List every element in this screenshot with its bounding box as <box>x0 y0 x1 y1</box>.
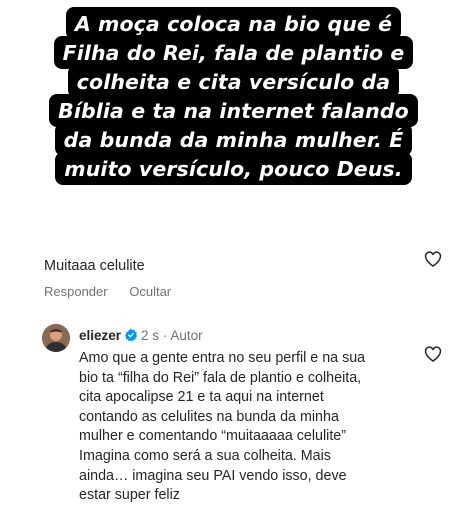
reply-meta: eliezer 2 s · Autor <box>79 328 203 343</box>
reply-comment: eliezer 2 s · Autor Amo que a gente entr… <box>0 318 467 503</box>
comment: Muitaaa celulite Responder Ocultar <box>0 244 467 304</box>
comment-actions: Responder Ocultar <box>44 284 189 299</box>
reply-text: Amo que a gente entra no seu perfil e na… <box>79 349 419 506</box>
hide-button[interactable]: Ocultar <box>129 284 171 299</box>
verified-badge-icon <box>124 328 138 342</box>
reply-line: contando as celulites na bunda da minha <box>79 408 339 425</box>
avatar-photo <box>42 324 70 352</box>
username[interactable]: eliezer <box>79 328 121 343</box>
reply-line: Amo que a gente entra no seu perfil e na… <box>79 350 366 366</box>
reply-button[interactable]: Responder <box>44 284 108 299</box>
reply-line: cita apocalipse 21 e ta aqui na internet <box>79 389 324 406</box>
timestamp: 2 s <box>141 328 160 343</box>
heart-outline-icon[interactable] <box>423 344 443 364</box>
reply-line: bio ta “filha do Rei” fala de plantio e … <box>79 369 362 386</box>
reply-line: Imagina como será a sua colheita. Mais <box>79 447 331 464</box>
heart-outline-icon[interactable] <box>423 249 443 269</box>
caption-line: muito versículo, pouco Deus. <box>55 152 412 185</box>
reply-line: mulher e comentando “muitaaaaa celulite” <box>79 428 347 445</box>
reply-line: ainda… imagina seu PAI vendo isso, deve <box>79 467 347 484</box>
avatar[interactable] <box>42 324 70 352</box>
separator: · <box>162 328 168 343</box>
reply-line: estar super feliz <box>79 487 180 504</box>
story-caption: A moça coloca na bio que é Filha do Rei,… <box>0 7 467 185</box>
comment-text: Muitaaa celulite <box>44 258 145 274</box>
author-label: Autor <box>170 328 203 343</box>
